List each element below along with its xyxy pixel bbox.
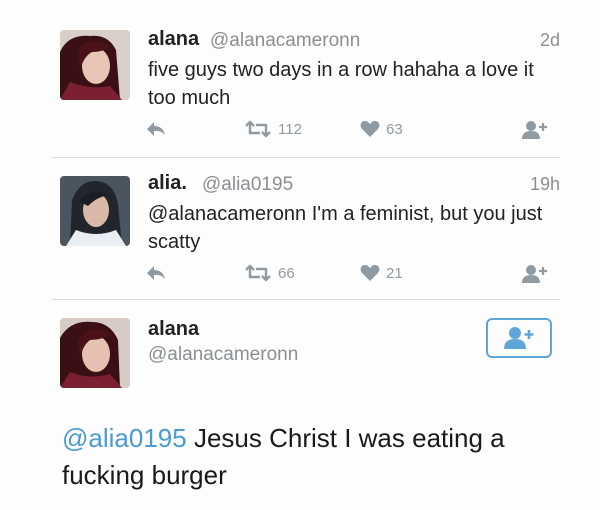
reply-icon	[147, 122, 165, 136]
like-count: 63	[386, 120, 403, 138]
username[interactable]: @alia0195	[202, 174, 293, 196]
timestamp: 2d	[539, 30, 560, 50]
username[interactable]: @alanacameronn	[210, 30, 360, 52]
heart-icon	[360, 264, 380, 281]
display-name[interactable]: alana	[148, 318, 199, 341]
tweet-2[interactable]: alia. @alia0195 19h @alanacameronn I'm a…	[0, 158, 600, 300]
detail-tweet: alana @alanacameronn @alia0195 Jesus Chr…	[0, 300, 600, 510]
follow-user-icon	[504, 327, 534, 349]
mention-link[interactable]: @alia0195	[62, 423, 187, 453]
display-name[interactable]: alia.	[148, 172, 187, 195]
timestamp: 19h	[529, 174, 560, 194]
retweet-count: 112	[278, 120, 302, 138]
reply-button[interactable]	[145, 264, 167, 282]
retweet-count: 66	[278, 264, 295, 282]
tweet-text: five guys two days in a row hahaha a lov…	[148, 59, 534, 109]
follow-user-icon	[522, 121, 547, 139]
heart-icon	[360, 120, 380, 137]
follow-button[interactable]	[486, 318, 552, 358]
like-count: 21	[386, 264, 403, 282]
username[interactable]: @alanacameronn	[148, 344, 298, 366]
tweet-text: @alia0195 Jesus Christ I was eating a fu…	[62, 420, 562, 494]
follow-button[interactable]	[522, 264, 548, 284]
avatar[interactable]	[60, 176, 130, 246]
retweet-button[interactable]: 66	[244, 264, 295, 282]
like-button[interactable]: 63	[360, 120, 403, 138]
action-bar: 112 63	[0, 120, 600, 144]
action-bar: 66 21	[0, 264, 600, 288]
display-name[interactable]: alana	[148, 28, 199, 51]
reply-icon	[147, 266, 165, 280]
retweet-icon	[245, 264, 271, 282]
avatar[interactable]	[60, 30, 130, 100]
tweet-1[interactable]: alana @alanacameronn 2d five guys two da…	[0, 0, 600, 158]
retweet-icon	[245, 120, 271, 138]
like-button[interactable]: 21	[360, 264, 403, 282]
avatar[interactable]	[60, 318, 130, 388]
follow-user-icon	[522, 265, 547, 283]
retweet-button[interactable]: 112	[244, 120, 302, 138]
follow-button[interactable]	[522, 120, 548, 140]
reply-button[interactable]	[145, 120, 167, 138]
tweet-text: @alanacameronn I'm a feminist, but you j…	[148, 203, 543, 253]
